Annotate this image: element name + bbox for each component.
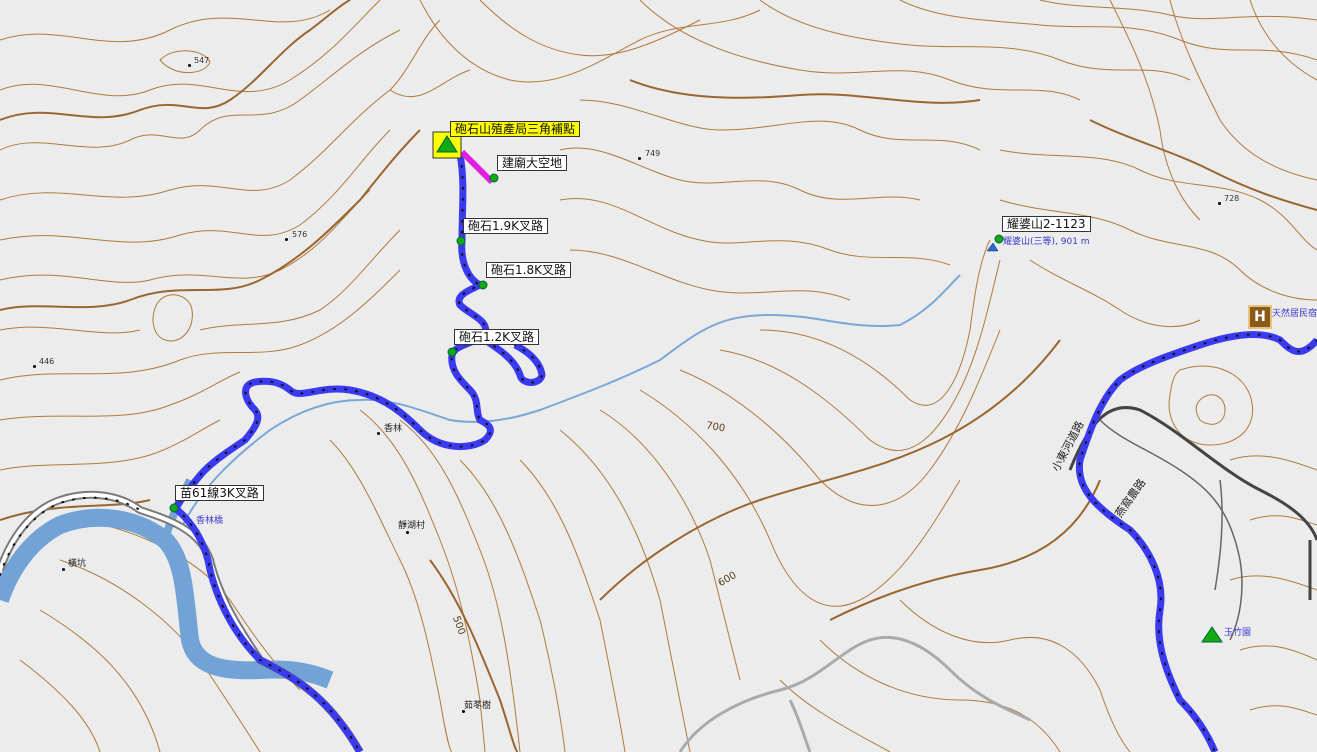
spot-height-728: 728	[1224, 194, 1240, 203]
poi-yuzhuyuan[interactable]: 玉竹園	[1224, 625, 1251, 638]
green-dot-icon[interactable]	[478, 280, 488, 290]
waypoint-label-summit[interactable]: 砲石山殖產局三角補點	[450, 121, 581, 137]
waypoint-label-open-area[interactable]: 建廟大空地	[497, 155, 568, 171]
green-dot-icon[interactable]	[994, 234, 1004, 244]
spot-height-576: 576	[292, 230, 308, 239]
green-dot-icon[interactable]	[169, 503, 179, 513]
tent-icon[interactable]	[1201, 626, 1223, 643]
waypoint-label-yaopo[interactable]: 耀婆山2-1123	[1002, 216, 1091, 232]
waypoint-label-miao61[interactable]: 苗61線3K叉路	[175, 485, 264, 501]
spot-height-dot	[33, 365, 36, 368]
map-canvas[interactable]	[0, 0, 1317, 752]
spot-height-dot	[638, 157, 641, 160]
place-jinghu: 靜湖村	[398, 521, 426, 531]
waypoint-label-12k[interactable]: 砲石1.2K叉路	[454, 329, 539, 345]
place-dot	[377, 432, 380, 435]
topo-map[interactable]: 547 749 576 728 446 香林 靜湖村 橫坑 茹苳樹 香林橋 耀婆…	[0, 0, 1317, 752]
green-dot-icon[interactable]	[456, 236, 466, 246]
green-dot-icon[interactable]	[489, 173, 499, 183]
place-hengkeng: 橫坑	[68, 559, 87, 569]
mountain-icon[interactable]	[986, 242, 999, 252]
green-dot-icon[interactable]	[447, 347, 457, 357]
highlighted-segment	[459, 149, 495, 185]
poi-yaopo-peak[interactable]: 耀婆山(三等), 901 m	[1003, 234, 1090, 247]
poi-tianran-minsu[interactable]: 天然居民宿	[1272, 306, 1317, 319]
waypoint-label-18k[interactable]: 砲石1.8K叉路	[486, 262, 571, 278]
place-xianglin: 香林	[384, 424, 403, 434]
hotel-icon[interactable]: H	[1248, 305, 1272, 329]
spot-height-dot	[285, 238, 288, 241]
place-ruqinshu: 茹苳樹	[464, 701, 492, 711]
place-dot	[62, 568, 65, 571]
spot-height-dot	[188, 64, 191, 67]
spot-height-749: 749	[645, 149, 661, 158]
spot-height-547: 547	[194, 56, 210, 65]
spot-height-446: 446	[39, 357, 55, 366]
roads	[0, 406, 1317, 752]
spot-height-dot	[1218, 202, 1221, 205]
place-dot	[406, 531, 409, 534]
river	[0, 508, 334, 689]
stream	[179, 274, 961, 531]
poi-xianglin-bridge[interactable]: 香林橋	[196, 513, 223, 526]
waypoint-label-19k[interactable]: 砲石1.9K叉路	[463, 218, 548, 234]
